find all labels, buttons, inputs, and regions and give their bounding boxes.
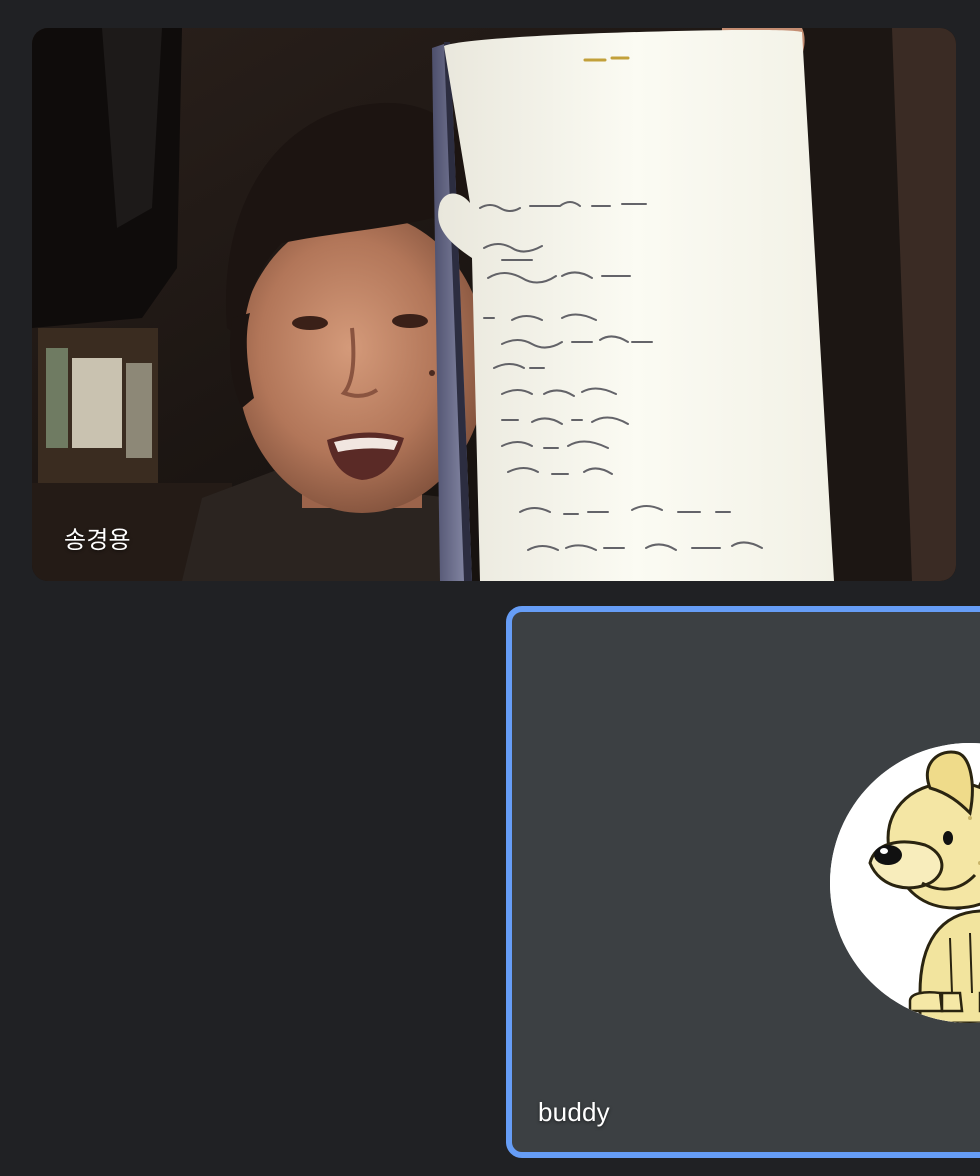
participant-tile-video[interactable]: 송경용: [32, 28, 956, 581]
dog-avatar-icon: [830, 743, 980, 1023]
camera-video-feed: [32, 28, 956, 581]
participant-tile-avatar[interactable]: buddy: [506, 606, 980, 1158]
meeting-grid: 송경용 buddy: [0, 0, 980, 1176]
participant-name-label: buddy: [538, 1097, 610, 1127]
participant-name-label: 송경용: [64, 526, 131, 554]
